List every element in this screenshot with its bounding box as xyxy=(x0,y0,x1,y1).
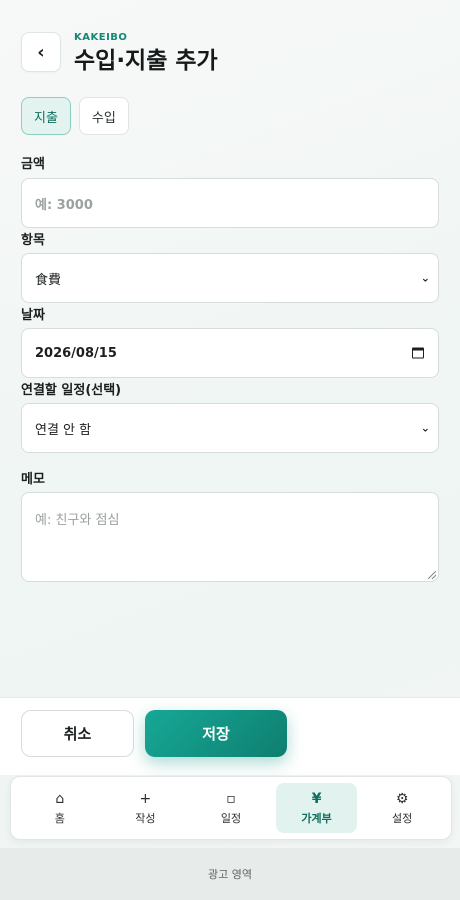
schedule-select[interactable]: 연결 안 함 ⌄ xyxy=(21,403,439,453)
plus-icon: + xyxy=(139,790,152,807)
amount-label: 금액 xyxy=(21,157,45,172)
title-group: KAKEIBO 수입·지출 추가 xyxy=(74,32,218,76)
nav-item-write[interactable]: + 작성 xyxy=(105,783,187,833)
nav-label: 일정 xyxy=(220,811,242,825)
nav-item-budget[interactable]: ¥ 가계부 xyxy=(275,783,358,833)
chevron-down-icon: ⌄ xyxy=(420,421,430,435)
nav-label: 가계부 xyxy=(301,811,332,825)
tab-expense[interactable]: 지출 xyxy=(21,97,71,135)
type-tabs: 지출 수입 xyxy=(21,97,129,135)
nav-item-schedule[interactable]: ▫ 일정 xyxy=(190,783,272,833)
amount-placeholder: 예: 3000 xyxy=(35,197,93,213)
amount-input[interactable]: 예: 3000 xyxy=(21,178,439,228)
yen-icon: ¥ xyxy=(311,790,322,807)
action-bar: 취소 저장 xyxy=(0,697,460,775)
nav-item-home[interactable]: ⌂ 홈 xyxy=(19,783,101,833)
memo-placeholder: 예: 친구와 점심 xyxy=(35,513,120,528)
schedule-label: 연결할 일정(선택) xyxy=(21,383,122,398)
nav-label: 홈 xyxy=(54,811,65,825)
ad-banner: 광고 영역 xyxy=(0,848,460,900)
date-value: 2026/08/15 xyxy=(35,345,117,361)
nav-item-settings[interactable]: ⚙ 설정 xyxy=(361,783,443,833)
date-label: 날짜 xyxy=(21,308,45,323)
date-input[interactable]: 2026/08/15 xyxy=(21,328,439,378)
category-selected: 食費 xyxy=(35,272,62,288)
tab-income[interactable]: 수입 xyxy=(78,97,129,135)
memo-label: 메모 xyxy=(21,472,45,487)
cancel-button[interactable]: 취소 xyxy=(21,710,134,757)
save-button[interactable]: 저장 xyxy=(145,710,287,757)
gear-icon: ⚙ xyxy=(395,790,409,807)
resize-handle-icon[interactable] xyxy=(428,571,436,579)
back-button[interactable]: ‹ xyxy=(21,32,61,72)
calendar-icon: ▫ xyxy=(226,790,236,807)
category-label: 항목 xyxy=(21,233,45,248)
nav-label: 작성 xyxy=(135,811,156,825)
nav-label: 설정 xyxy=(392,811,413,825)
header: ‹ KAKEIBO 수입·지출 추가 xyxy=(21,32,218,76)
memo-textarea[interactable]: 예: 친구와 점심 xyxy=(21,492,439,582)
chevron-left-icon: ‹ xyxy=(37,41,45,63)
home-icon: ⌂ xyxy=(55,790,65,807)
calendar-icon[interactable] xyxy=(412,347,424,359)
chevron-down-icon: ⌄ xyxy=(420,271,430,285)
bottom-nav: ⌂ 홈 + 작성 ▫ 일정 ¥ 가계부 ⚙ 설정 xyxy=(10,776,452,840)
schedule-selected: 연결 안 함 xyxy=(35,422,92,438)
brand-label: KAKEIBO xyxy=(74,32,128,43)
category-select[interactable]: 食費 ⌄ xyxy=(21,253,439,303)
page-title: 수입·지출 추가 xyxy=(74,48,218,74)
